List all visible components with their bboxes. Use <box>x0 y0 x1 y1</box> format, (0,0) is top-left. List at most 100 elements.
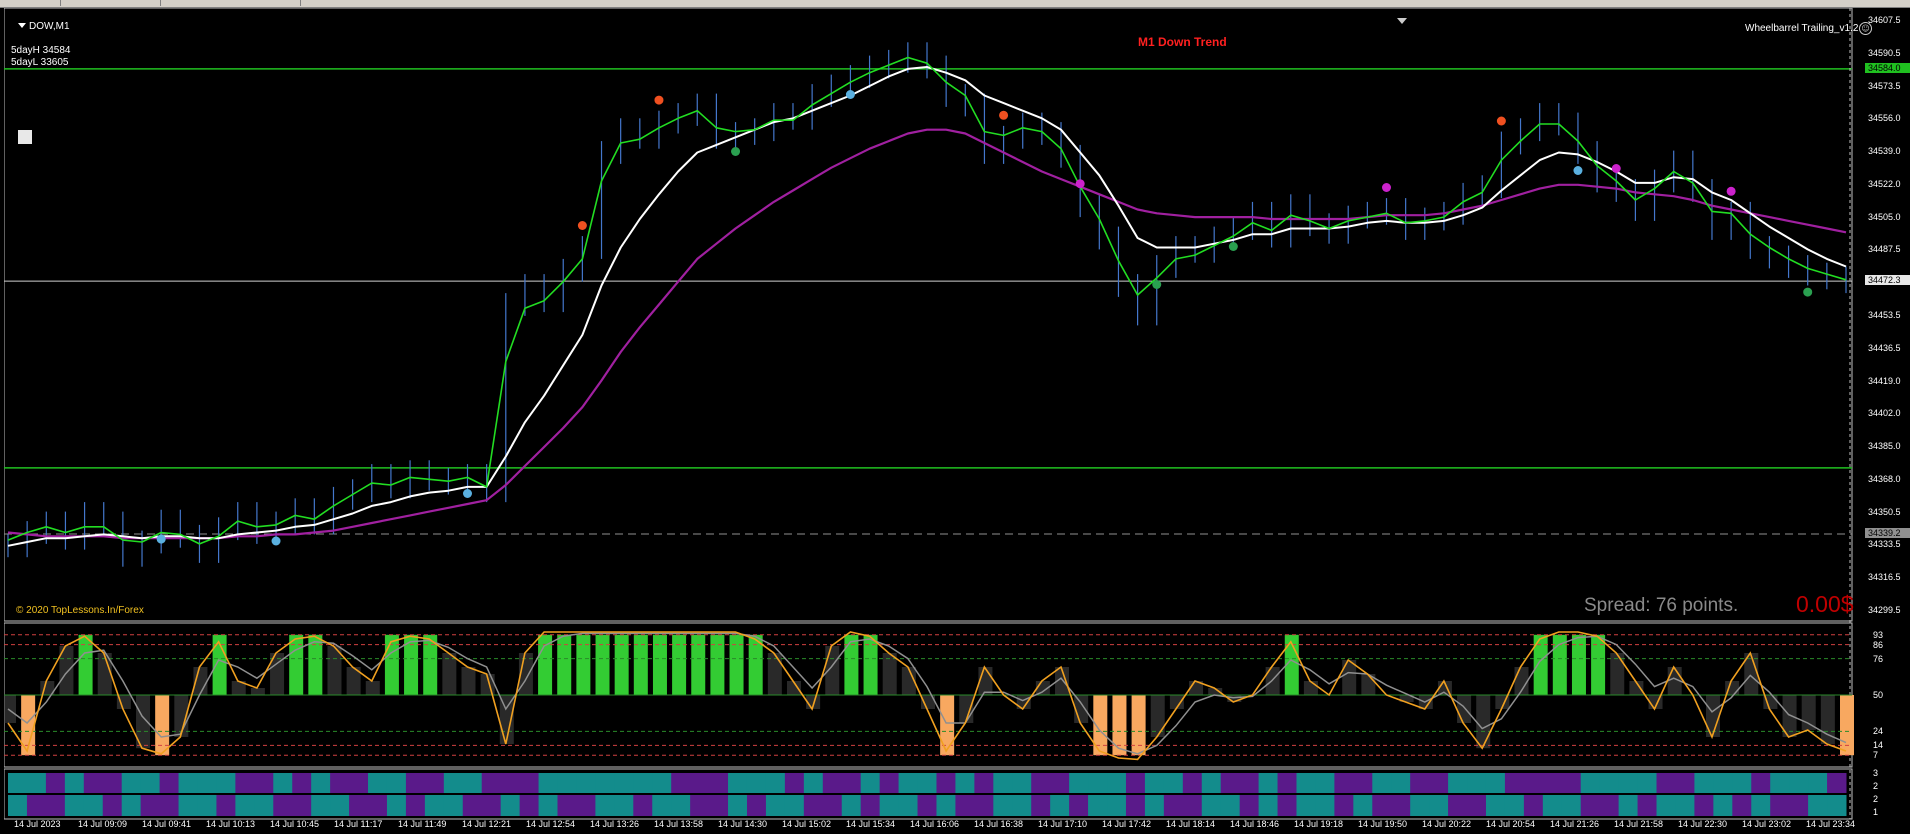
chart-canvas[interactable] <box>4 8 1868 826</box>
histogram-top-bar <box>690 773 710 793</box>
signal-arrow-icon[interactable] <box>577 221 587 230</box>
toolbar-tab[interactable] <box>60 0 161 6</box>
histogram-bottom-bar <box>443 795 464 816</box>
histogram-top-bar <box>917 773 937 793</box>
indicator-name: Wheelbarrel Trailing_v1.2 <box>1745 23 1859 34</box>
five-day-low-text: 5dayL 33605 <box>11 57 69 68</box>
signal-arrow-icon[interactable] <box>999 110 1009 120</box>
oversold-zone-bar <box>940 695 955 756</box>
time-axis-label: 14 Jul 19:18 <box>1294 819 1344 829</box>
signal-arrow-icon[interactable] <box>1075 179 1085 189</box>
histogram-top-bar <box>235 773 255 793</box>
histogram-bottom-bar <box>349 795 369 816</box>
oversold-zone-bar <box>1131 695 1146 756</box>
chart-shift-marker-icon[interactable] <box>1397 18 1407 24</box>
histogram-top-bar <box>784 773 805 793</box>
histogram-bottom-bar <box>1542 795 1563 816</box>
histogram-bottom-bar <box>917 795 937 816</box>
histogram-axis-label: 2 <box>1873 794 1879 804</box>
histogram-top-bar <box>1410 773 1430 793</box>
histogram-bottom-bar <box>1258 795 1279 816</box>
oscillator-histogram-bar <box>1265 667 1280 695</box>
overbought-zone-bar <box>289 634 304 695</box>
histogram-bottom-bar <box>519 795 540 816</box>
trend-label: M1 Down Trend <box>1138 35 1227 49</box>
signal-arrow-icon[interactable] <box>654 95 664 105</box>
time-axis-label: 14 Jul 13:58 <box>654 819 704 829</box>
signal-arrow-icon[interactable] <box>463 489 472 498</box>
signal-arrow-icon[interactable] <box>156 534 166 544</box>
histogram-top-bar <box>1656 773 1676 793</box>
toolbar-tab[interactable] <box>0 0 61 6</box>
price-axis-label: 34487.5 <box>1868 244 1901 255</box>
oscillator-histogram-bar <box>1303 681 1318 695</box>
histogram-top-bar <box>1372 773 1392 793</box>
histogram-bottom-bar <box>368 795 388 816</box>
histogram-bottom-bar <box>178 795 198 816</box>
histogram-bottom-bar <box>1580 795 1601 816</box>
histogram-top-bar <box>557 773 577 793</box>
histogram-top-bar <box>159 773 180 793</box>
histogram-bottom-bar <box>1012 795 1032 816</box>
time-axis-label: 14 Jul 18:46 <box>1230 819 1280 829</box>
histogram-top-bar <box>1107 773 1127 793</box>
oscillator-axis-label: 86 <box>1873 639 1884 650</box>
dropdown-arrow-icon[interactable] <box>18 23 26 28</box>
histogram-top-bar <box>1789 773 1809 793</box>
histogram-bottom-bar <box>898 795 919 816</box>
histogram-axis-label: 3 <box>1873 768 1879 778</box>
histogram-top-bar <box>1429 773 1449 793</box>
histogram-top-bar <box>462 773 483 793</box>
signal-arrow-icon[interactable] <box>1726 186 1736 196</box>
histogram-bottom-bar <box>1220 795 1241 816</box>
histogram-bottom-bar <box>765 795 786 816</box>
copyright-text: © 2020 TopLessons.In/Forex <box>16 605 144 616</box>
histogram-top-bar <box>1031 773 1051 793</box>
time-axis-label: 14 Jul 16:38 <box>974 819 1024 829</box>
signal-arrow-icon[interactable] <box>1573 166 1583 175</box>
histogram-bottom-bar <box>1694 795 1714 816</box>
histogram-top-bar <box>254 773 274 793</box>
histogram-top-bar <box>424 773 445 793</box>
signal-arrow-icon[interactable] <box>731 147 741 156</box>
histogram-top-bar <box>993 773 1013 793</box>
price-axis-label: 34419.0 <box>1868 375 1901 386</box>
overbought-zone-bar <box>78 634 93 695</box>
histogram-top-bar <box>1485 773 1506 793</box>
signal-arrow-icon[interactable] <box>1152 280 1162 289</box>
histogram-bottom-bar <box>1334 795 1354 816</box>
oscillator-histogram-bar <box>1801 695 1816 730</box>
histogram-top-bar <box>1258 773 1279 793</box>
histogram-top-bar <box>1012 773 1032 793</box>
signal-arrow-icon[interactable] <box>845 90 855 99</box>
histogram-top-bar <box>1504 773 1525 793</box>
price-axis-label: 34590.5 <box>1868 47 1901 58</box>
oversold-zone-bar <box>155 695 170 756</box>
signal-arrow-icon[interactable] <box>1803 287 1813 297</box>
histogram-bottom-bar <box>462 795 483 816</box>
signal-arrow-icon[interactable] <box>1611 164 1621 173</box>
histogram-bottom-bar <box>273 795 293 816</box>
signal-arrow-icon[interactable] <box>1496 116 1506 126</box>
chart-window[interactable]: DOW,M1 5dayH 34584 5dayL 33605 M1 Down T… <box>4 8 1872 826</box>
signal-arrow-icon[interactable] <box>1228 242 1238 251</box>
histogram-bottom-bar <box>746 795 767 816</box>
histogram-top-bar <box>1694 773 1714 793</box>
histogram-top-bar <box>652 773 672 793</box>
signal-arrow-icon[interactable] <box>271 536 281 546</box>
chart-object-square[interactable] <box>18 130 32 144</box>
histogram-top-bar <box>83 773 104 793</box>
time-axis-label: 14 Jul 13:26 <box>590 819 640 829</box>
histogram-bottom-bar <box>386 795 407 816</box>
time-axis-label: 14 Jul 15:02 <box>782 819 832 829</box>
oscillator-histogram-bar <box>1074 695 1089 723</box>
oscillator-histogram-bar <box>1476 695 1491 749</box>
toolbar-tab[interactable] <box>160 0 301 6</box>
histogram-top-bar <box>1637 773 1658 793</box>
time-axis-label: 14 Jul 20:22 <box>1422 819 1472 829</box>
symbol-label[interactable]: DOW,M1 <box>18 21 70 32</box>
time-axis-label: 14 Jul 11:17 <box>334 819 383 829</box>
overbought-zone-bar <box>576 634 591 695</box>
signal-arrow-icon[interactable] <box>1382 183 1391 192</box>
price-axis-label: 34556.0 <box>1868 113 1901 124</box>
